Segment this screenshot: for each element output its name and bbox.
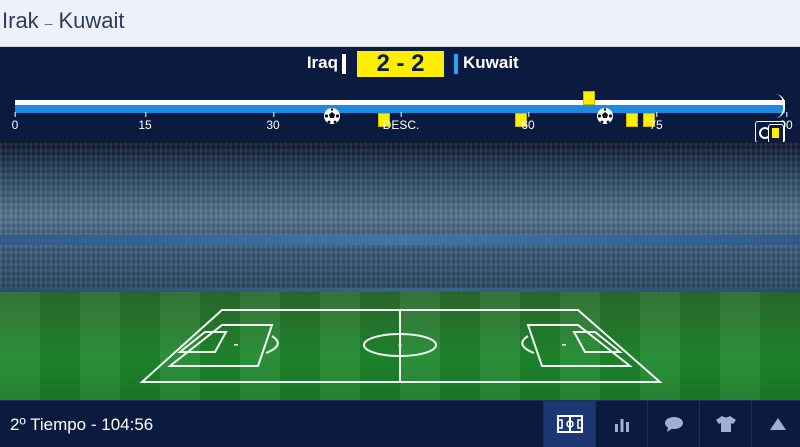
tick-label: DESC. <box>382 112 420 132</box>
away-team-label: Kuwait <box>463 53 519 72</box>
nav-comments-button[interactable] <box>647 401 699 447</box>
lineup-shirt-icon <box>715 416 736 432</box>
field-visual <box>0 142 800 400</box>
stats-icon <box>614 419 629 432</box>
nav-lineup-button[interactable] <box>699 401 751 447</box>
comments-icon <box>664 417 683 432</box>
yellow-card-icon[interactable] <box>768 124 784 144</box>
score-display: 2 - 2 <box>357 51 444 77</box>
home-team-name: Irak <box>2 8 39 33</box>
tick-label: 0 <box>11 112 19 132</box>
home-team-color-bar <box>342 54 346 74</box>
arrow-up-icon <box>769 418 786 430</box>
away-timeline-track <box>15 105 785 113</box>
yellow-card-marker <box>583 91 596 105</box>
nav-stats-button[interactable] <box>595 401 647 447</box>
scoreboard: Iraq 2 - 2 Kuwait 0 15 30 DESC. 60 75 90 <box>0 47 800 143</box>
tick-label: 30 <box>266 112 280 132</box>
timeline-end-marker <box>769 94 785 118</box>
tick-label: 15 <box>138 112 152 132</box>
title-separator: – <box>44 15 53 31</box>
nav-pitch-button[interactable] <box>543 401 595 447</box>
away-team-color-bar <box>454 54 458 74</box>
nav-scroll-top-button[interactable] <box>751 401 800 447</box>
match-title: Irak – Kuwait <box>2 8 125 34</box>
period-clock: 2º Tiempo - 104:56 <box>10 415 154 434</box>
match-timeline <box>15 94 785 118</box>
bottom-bar: 2º Tiempo - 104:56 <box>0 400 800 447</box>
tick-label: 60 <box>521 112 535 132</box>
match-header: Irak – Kuwait <box>0 0 800 47</box>
timeline-ticks: 0 15 30 DESC. 60 75 90 <box>0 112 800 138</box>
home-team-label: Iraq <box>306 53 338 72</box>
pitch-diagram <box>139 309 663 383</box>
card-filter-swatch <box>772 128 779 138</box>
pitch-icon <box>556 415 583 433</box>
away-team-name: Kuwait <box>58 8 125 33</box>
tick-label: 75 <box>649 112 663 132</box>
